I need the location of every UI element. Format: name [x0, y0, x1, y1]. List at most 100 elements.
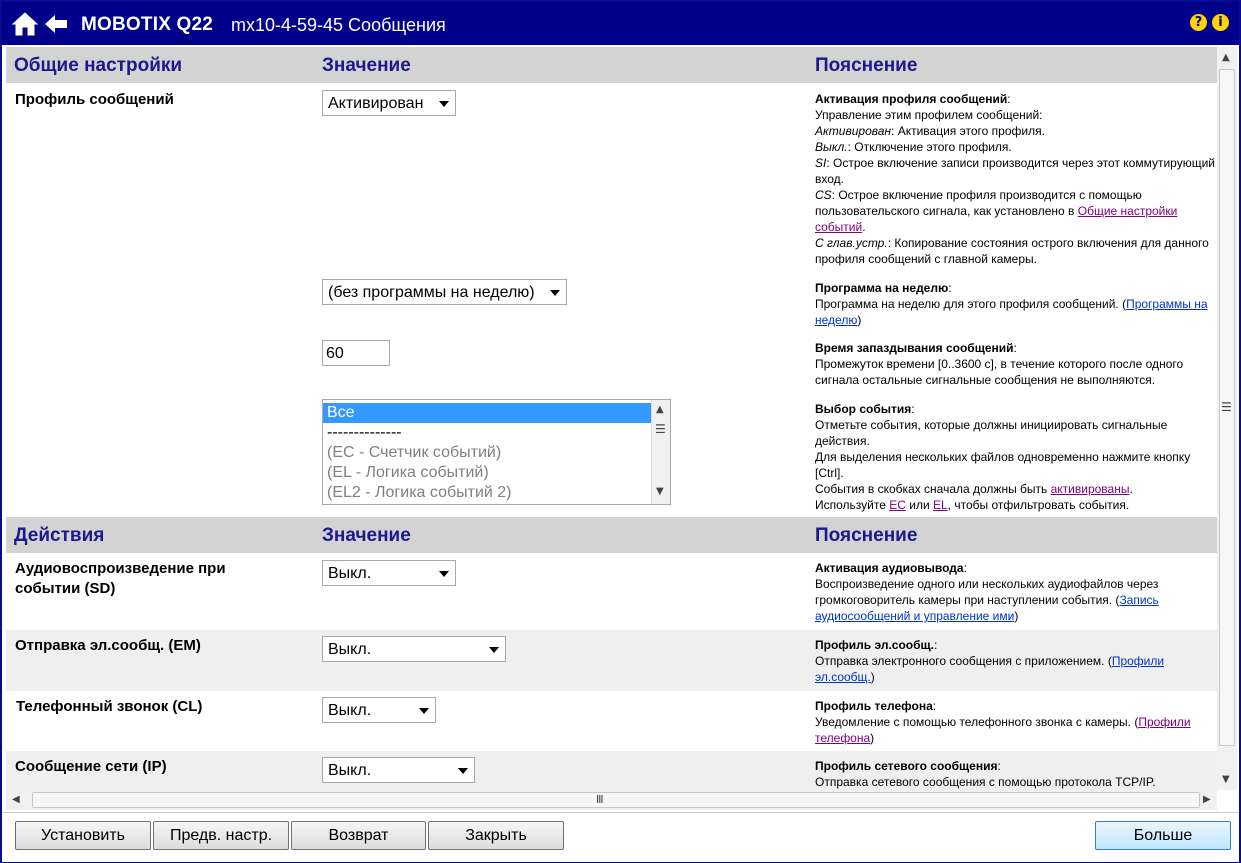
- expl-text: ): [870, 670, 875, 684]
- expl-colon: :: [932, 699, 937, 713]
- profile-select[interactable]: Активирован: [322, 90, 456, 116]
- chevron-down-icon: [419, 708, 429, 714]
- info-icon[interactable]: i: [1212, 14, 1229, 31]
- expl-colon: :: [997, 759, 1001, 773]
- home-icon[interactable]: [12, 11, 38, 37]
- chevron-down-icon: [550, 290, 560, 296]
- expl-title: Время запаздывания сообщений: [815, 341, 1014, 355]
- expl-text: Промежуток времени [0..3600 с], в течени…: [815, 357, 1184, 387]
- network-select[interactable]: Выкл.: [322, 757, 475, 783]
- chevron-down-icon: [489, 647, 499, 653]
- col-header-settings: Общие настройки: [14, 55, 183, 76]
- expl-text: , чтобы отфильтровать события.: [947, 498, 1130, 512]
- scroll-grip-icon[interactable]: Ⅲ: [596, 793, 604, 806]
- set-button[interactable]: Установить: [15, 821, 151, 850]
- expl-text: : Активация этого профиля.: [891, 124, 1045, 138]
- scroll-down-icon[interactable]: ▼: [656, 486, 664, 497]
- ec-link[interactable]: EC: [889, 498, 906, 512]
- section-header-general: Общие настройки Значение Пояснение: [6, 47, 1217, 83]
- expl-text: : Отключение этого профиля.: [847, 140, 1012, 154]
- expl-colon: :: [948, 281, 952, 295]
- network-select-value: Выкл.: [328, 762, 372, 779]
- event-listbox[interactable]: Все -------------- (EC - Счетчик событий…: [322, 399, 671, 505]
- expl-text: ): [1014, 609, 1019, 623]
- title-bar: MOBOTIX Q22 mx10-4-59-45 Сообщения ? i: [2, 2, 1239, 45]
- list-item[interactable]: (EL - Логика событий): [323, 463, 651, 483]
- list-item[interactable]: Все: [323, 403, 651, 423]
- content-area: Общие настройки Значение Пояснение Профи…: [6, 47, 1217, 790]
- close-button[interactable]: Закрыть: [428, 821, 564, 850]
- col-header-value: Значение: [322, 525, 411, 546]
- expl-term: С глав.устр.: [815, 236, 888, 250]
- profile-row: Профиль сообщений Активирован (без прогр…: [6, 83, 1217, 517]
- expl-text: Используйте: [815, 498, 890, 512]
- expl-text: События в скобках сначала должны быть: [815, 482, 1051, 496]
- expl-title: Профиль сетевого сообщения: [815, 759, 998, 773]
- event-select-explanation: Выбор события: Отметьте события, которые…: [815, 401, 1217, 513]
- table-row: Аудиовоспроизведение при событии (SD) Вы…: [6, 553, 1217, 630]
- action-label: Аудиовоспроизведение при событии (SD): [15, 560, 226, 597]
- table-row: Сообщение сети (IP) Выкл. Профиль сетево…: [6, 751, 1217, 790]
- scroll-left-icon[interactable]: ◀: [12, 794, 20, 805]
- email-select-value: Выкл.: [328, 641, 372, 658]
- expl-text: : Острое включение записи производится ч…: [815, 156, 1215, 186]
- scroll-up-icon[interactable]: ▲: [1222, 52, 1230, 63]
- expl-text: ): [857, 313, 862, 327]
- horizontal-scroll-thumb[interactable]: [32, 792, 1200, 808]
- expl-text: или: [905, 498, 933, 512]
- list-item[interactable]: (EC - Счетчик событий): [323, 443, 651, 463]
- scroll-down-icon[interactable]: ▼: [1222, 774, 1230, 785]
- profile-label: Профиль сообщений: [15, 91, 174, 108]
- delay-input[interactable]: 60: [322, 340, 390, 366]
- expl-title: Программа на неделю: [815, 281, 949, 295]
- expl-text: Уведомление с помощью телефонного звонка…: [815, 715, 1139, 729]
- expl-title: Профиль телефона: [815, 699, 933, 713]
- more-button[interactable]: Больше: [1095, 821, 1231, 850]
- defaults-button[interactable]: Предв. настр.: [153, 821, 289, 850]
- chevron-down-icon: [458, 768, 468, 774]
- expl-term: CS: [815, 188, 832, 202]
- help-icon[interactable]: ?: [1190, 14, 1207, 31]
- section-header-actions: Действия Значение Пояснение: [6, 517, 1217, 553]
- audio-select-value: Выкл.: [328, 565, 372, 582]
- expl-term: Выкл.: [815, 140, 848, 154]
- expl-title: Выбор события: [815, 402, 912, 416]
- expl-title: Активация аудиовывода: [815, 561, 964, 575]
- col-header-actions: Действия: [14, 525, 105, 546]
- el-link[interactable]: EL: [933, 498, 948, 512]
- week-program-explanation: Программа на неделю: Программа на неделю…: [815, 280, 1217, 328]
- scroll-up-icon[interactable]: ▲: [656, 404, 664, 415]
- scroll-grip-icon[interactable]: ☰: [655, 422, 666, 436]
- scroll-grip-icon[interactable]: ☰: [1221, 400, 1232, 414]
- audio-explanation: Активация аудиовывода: Воспроизведение о…: [815, 560, 1217, 624]
- action-label: Сообщение сети (IP): [15, 758, 167, 775]
- expl-text: Отметьте события, которые должны инициир…: [815, 418, 1168, 448]
- restore-button[interactable]: Возврат: [291, 821, 426, 850]
- expl-colon: :: [911, 402, 915, 416]
- expl-text: Воспроизведение одного или нескольких ау…: [815, 577, 1159, 607]
- email-select[interactable]: Выкл.: [322, 636, 506, 662]
- list-item[interactable]: (EL2 - Логика событий 2): [323, 483, 651, 503]
- phone-select-value: Выкл.: [328, 702, 372, 719]
- list-item[interactable]: --------------: [323, 423, 651, 443]
- chevron-down-icon: [439, 571, 449, 577]
- expl-text: .: [862, 220, 866, 234]
- audio-select[interactable]: Выкл.: [322, 560, 456, 586]
- profile-select-value: Активирован: [328, 95, 424, 112]
- scroll-right-icon[interactable]: ▶: [1203, 794, 1211, 805]
- expl-title: Профиль эл.сообщ.: [815, 638, 934, 652]
- listbox-scrollbar[interactable]: ▲ ☰ ▼: [651, 400, 670, 504]
- activate-link[interactable]: активированы: [1051, 482, 1130, 496]
- page-title: mx10-4-59-45 Сообщения: [231, 15, 446, 35]
- expl-term: Активирован: [815, 124, 892, 138]
- action-label: Телефонный звонок (CL): [16, 698, 203, 715]
- phone-select[interactable]: Выкл.: [322, 697, 436, 723]
- expl-term: SI: [815, 156, 827, 170]
- back-arrow-icon[interactable]: [44, 13, 68, 35]
- expl-colon: :: [1013, 341, 1017, 355]
- week-program-select[interactable]: (без программы на неделю): [322, 279, 567, 305]
- expl-text: Программа на неделю для этого профиля со…: [815, 297, 1127, 311]
- expl-text: ): [870, 731, 875, 745]
- week-program-value: (без программы на неделю): [328, 284, 535, 301]
- expl-text: Управление этим профилем сообщений:: [815, 108, 1043, 122]
